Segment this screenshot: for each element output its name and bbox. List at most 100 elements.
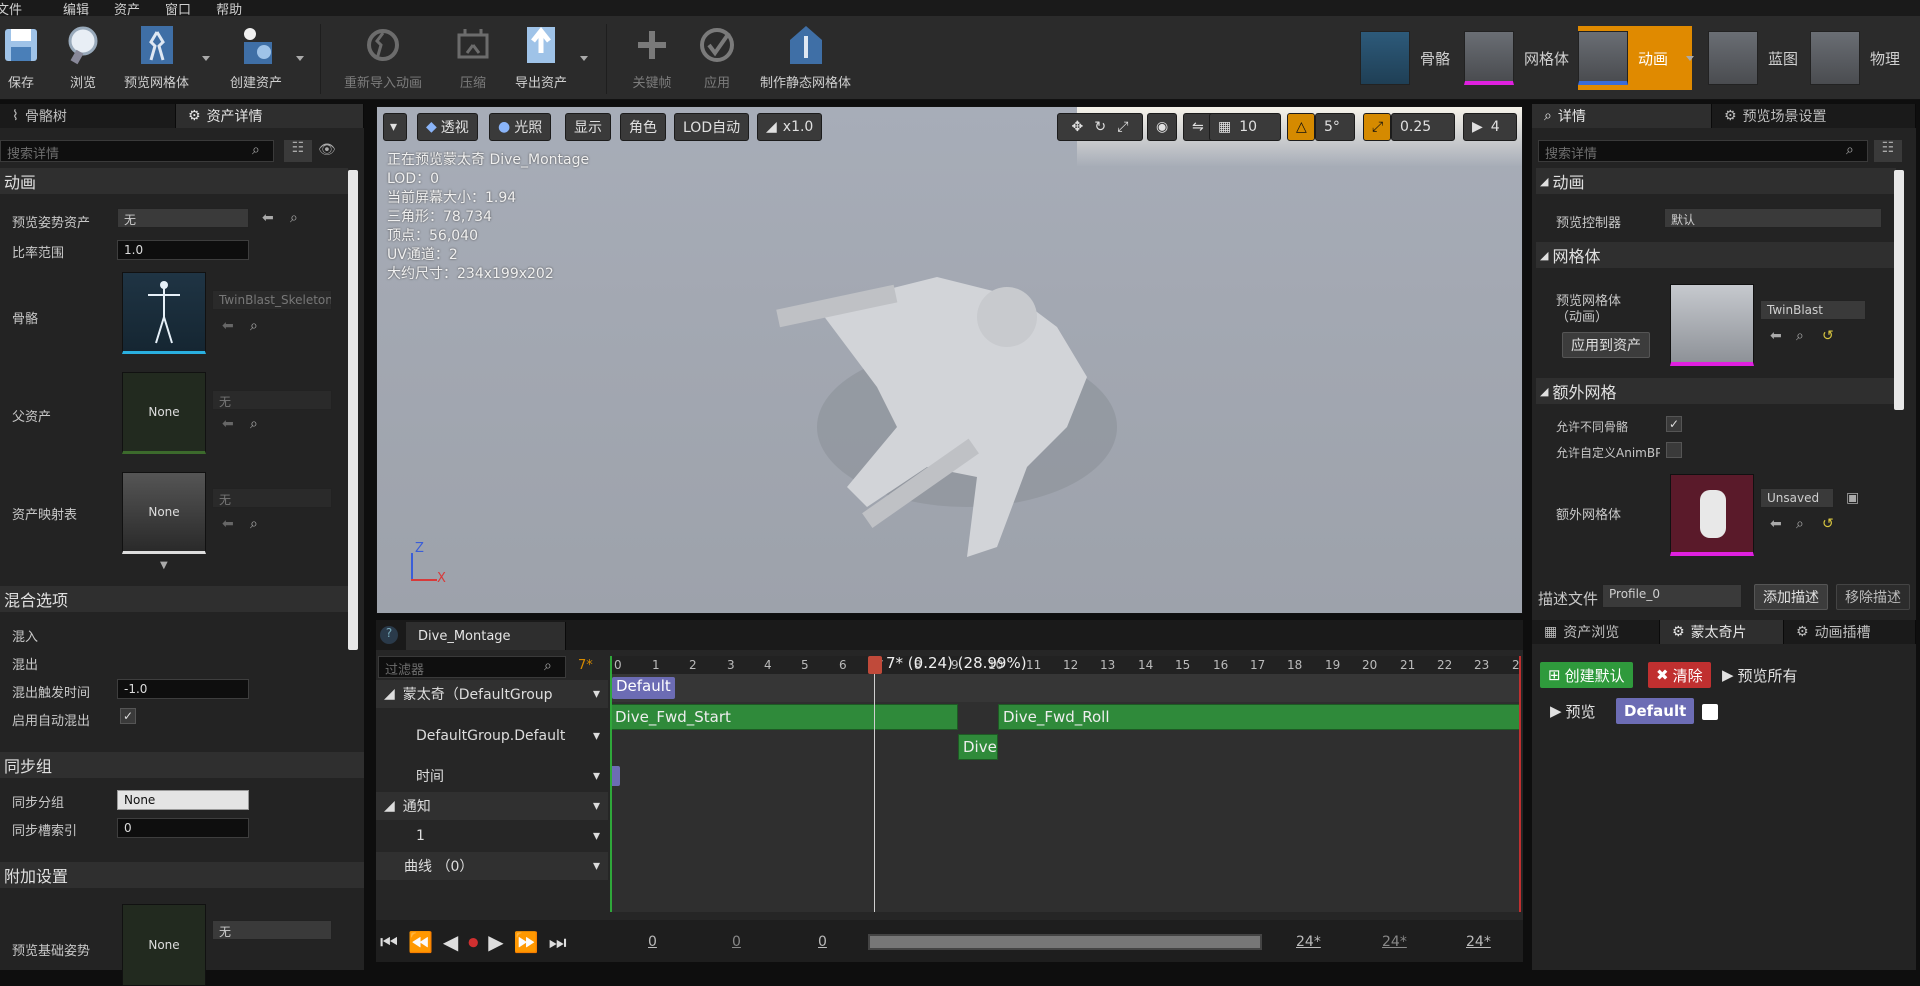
chevron-down-icon[interactable]: ▾ (593, 686, 600, 702)
browse-icon[interactable]: ⌕ (250, 318, 258, 334)
chevron-down-icon[interactable]: ▾ (593, 768, 600, 784)
tab-skeleton-tree[interactable]: ⌇ 骨骼树 (0, 104, 176, 128)
viewport-menu-button[interactable]: ▾ (383, 113, 407, 141)
add-profile-button[interactable]: 添加描述 (1754, 584, 1828, 610)
blend-trigger-field[interactable]: -1.0 (117, 679, 249, 699)
tab-details[interactable]: ⌕ 详情 (1532, 104, 1712, 128)
sync-group-field[interactable]: None (117, 790, 249, 810)
default-section-chip[interactable]: Default (612, 677, 675, 699)
mode-physics[interactable]: 物理 (1810, 26, 1900, 90)
blend-in-row[interactable]: 混入 (12, 626, 38, 645)
chevron-down-icon[interactable]: ▾ (593, 828, 600, 844)
tab-dive-montage[interactable]: Dive_Montage (406, 622, 566, 650)
mode-animation[interactable]: 动画 (1578, 26, 1693, 90)
menu-edit[interactable]: 编辑 (63, 0, 104, 18)
preview-all-button[interactable]: ▶ 预览所有 (1714, 662, 1806, 688)
remove-profile-button[interactable]: 移除描述 (1836, 584, 1910, 610)
tab-asset-browser[interactable]: ▦ 资产浏览 (1532, 620, 1660, 644)
tab-montage-sections[interactable]: ⚙ 蒙太奇片 (1660, 620, 1784, 644)
preview-pose-dropdown[interactable]: 无 (117, 208, 249, 228)
browse-icon[interactable]: ⌕ (1796, 516, 1804, 532)
export-asset-button[interactable]: 导出资产 (515, 22, 567, 91)
browse-icon[interactable]: ⌕ (290, 210, 298, 226)
sync-index-field[interactable]: 0 (117, 818, 249, 838)
extra-mesh-thumb[interactable] (1670, 474, 1754, 556)
tab-asset-details[interactable]: ⚙ 资产详情 (176, 104, 364, 128)
keyframe-button[interactable]: 关键帧 (631, 22, 673, 91)
asset-map-thumb[interactable]: None (122, 472, 206, 554)
browse-icon[interactable]: ⌕ (250, 516, 258, 532)
tab-anim-slots[interactable]: ⚙ 动画插槽 (1784, 620, 1916, 644)
chevron-down-icon[interactable] (202, 56, 210, 61)
mode-mesh[interactable]: 网格体 (1464, 26, 1569, 90)
blend-out-row[interactable]: 混出 (12, 654, 38, 673)
asset-map-dropdown[interactable]: 无 (212, 488, 332, 508)
timeline-scrollbar[interactable] (868, 934, 1262, 950)
tab-preview-scene[interactable]: ⚙ 预览场景设置 (1712, 104, 1916, 128)
track-filter-input[interactable]: 过滤器 (378, 656, 566, 678)
range-end-3[interactable]: 24* (1466, 934, 1491, 950)
profile-dropdown[interactable]: Profile_0 (1602, 584, 1742, 608)
arrow-left-icon[interactable]: ⬅ (262, 210, 274, 226)
record-icon[interactable]: ⏺ (468, 930, 478, 954)
allow-custom-animbp-checkbox[interactable] (1666, 442, 1682, 458)
skip-to-start-icon[interactable]: ⏮ (380, 930, 398, 954)
viewport[interactable]: ▾ ◆ 透视 ● 光照 显示 角色 LOD自动 ◢ x1.0 ✥ ↻ ⤢ ◉ ⇋ ▦ 10 … (376, 106, 1523, 614)
play-icon[interactable]: ▶ (488, 930, 503, 954)
section-preview-animation[interactable]: ◢ 动画 (1536, 168, 1896, 194)
left-scrollbar[interactable] (348, 170, 358, 650)
playback-speed-button[interactable]: ◢ x1.0 (757, 113, 823, 141)
range-start-2[interactable]: 0 (732, 934, 741, 950)
track-notify-1[interactable]: 1 ▾ (376, 822, 608, 850)
grid-snap-button[interactable]: ▦ 10 (1209, 113, 1281, 141)
details-search-input[interactable]: 搜索详情 (1538, 140, 1868, 162)
make-static-mesh-button[interactable]: 制作静态网格体 (760, 22, 851, 91)
section-blend-options[interactable]: 混合选项 (0, 586, 348, 612)
skeleton-dropdown[interactable]: TwinBlast_Skeleton (212, 290, 332, 310)
segment-dive-fwd-roll[interactable]: Dive_Fwd_Roll (998, 704, 1521, 730)
browse-icon[interactable]: ⌕ (250, 416, 258, 432)
skeleton-asset-thumb[interactable] (122, 272, 206, 354)
chevron-down-icon[interactable]: ▾ (593, 858, 600, 874)
chevron-down-icon[interactable] (580, 56, 588, 61)
range-end-1[interactable]: 24* (1296, 934, 1321, 950)
lod-button[interactable]: LOD自动 (674, 113, 750, 141)
perspective-button[interactable]: ◆ 透视 (417, 113, 478, 141)
browse-icon[interactable]: ⌕ (1796, 328, 1804, 344)
section-sync-group[interactable]: 同步组 (0, 752, 364, 778)
base-pose-dropdown[interactable]: 无 (212, 920, 332, 940)
show-button[interactable]: 显示 (565, 113, 611, 141)
expand-arrow-icon[interactable]: ▼ (160, 560, 168, 571)
view-options-icon[interactable]: ☷ (1874, 140, 1902, 162)
save-button[interactable]: 保存 (0, 22, 42, 91)
extra-mesh-dropdown[interactable]: Unsaved (1760, 488, 1834, 508)
segment-dive-fwd-start[interactable]: Dive_Fwd_Start (610, 704, 958, 730)
chevron-down-icon[interactable] (1686, 56, 1694, 61)
section-checkbox[interactable] (1702, 704, 1718, 720)
track-time[interactable]: 时间 ▾ (376, 762, 608, 790)
arrow-left-icon[interactable]: ⬅ (222, 318, 234, 334)
preview-mesh-button[interactable]: 预览网格体 (124, 22, 189, 91)
mode-skeleton[interactable]: 骨骼 (1360, 26, 1450, 90)
parent-asset-thumb[interactable]: None (122, 372, 206, 454)
search-input[interactable]: 搜索详情 (0, 140, 274, 162)
section-mesh[interactable]: ◢ 网格体 (1536, 242, 1896, 268)
playhead-handle[interactable] (868, 656, 882, 674)
track-notifies[interactable]: ◢ 通知 ▾ (376, 792, 608, 820)
step-back-icon[interactable]: ⏪ (408, 930, 433, 954)
section-extra-meshes[interactable]: ◢ 额外网格 (1536, 378, 1896, 404)
track-default-group[interactable]: DefaultGroup.Default ▾ (376, 718, 608, 754)
angle-snap-toggle[interactable]: △ (1287, 113, 1315, 141)
range-end-2[interactable]: 24* (1382, 934, 1407, 950)
allow-diff-skeleton-checkbox[interactable]: ✓ (1666, 416, 1682, 432)
camera-speed-button[interactable]: ▶ 4 (1463, 113, 1517, 141)
scale-snap-toggle[interactable]: ⤢ (1363, 113, 1391, 141)
preview-controller-dropdown[interactable]: 默认 (1664, 208, 1882, 228)
timeline-area[interactable]: 0 1 2 3 4 5 6 7 8 9 10 11 12 13 14 15 16… (610, 654, 1521, 912)
auto-blend-checkbox[interactable]: ✓ (120, 708, 136, 724)
section-additive-settings[interactable]: 附加设置 (0, 862, 364, 888)
base-pose-thumb[interactable]: None (122, 904, 206, 986)
angle-snap-value[interactable]: 5° (1315, 113, 1355, 141)
apply-button[interactable]: 应用 (696, 22, 738, 91)
track-curves[interactable]: 曲线 （0） ▾ (376, 852, 608, 880)
